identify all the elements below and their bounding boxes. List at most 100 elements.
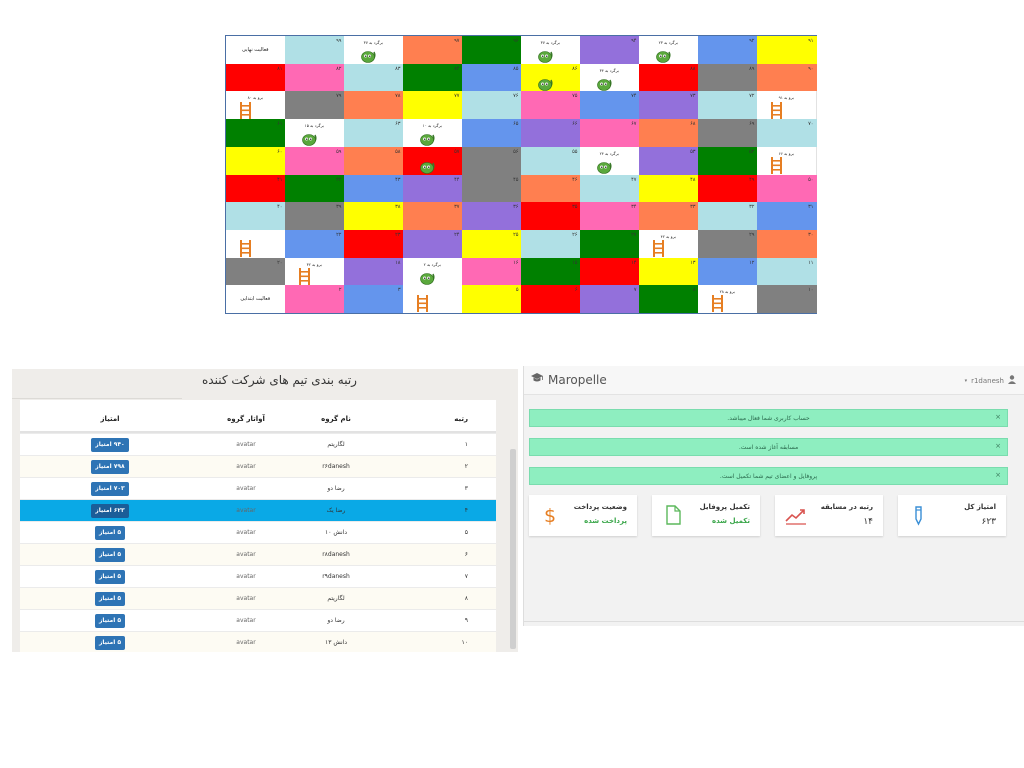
cell-number: ۷ bbox=[633, 287, 637, 294]
dollar-icon: $ bbox=[539, 504, 561, 527]
cell-number: ۵ bbox=[515, 287, 519, 294]
score-badge[interactable]: ۵ امتیاز bbox=[94, 591, 126, 606]
board-cell: برگرد به ۲ bbox=[403, 257, 463, 286]
team-name-cell: r۶danesh bbox=[322, 463, 350, 470]
avatar-cell: avatar bbox=[236, 507, 256, 514]
score-badge[interactable]: ۵ امتیاز bbox=[94, 613, 126, 628]
close-icon[interactable]: × bbox=[995, 413, 1001, 421]
cell-number: ۷۰ bbox=[808, 121, 814, 128]
score-badge[interactable]: ۶۲۳ امتیاز bbox=[91, 503, 129, 518]
table-row[interactable]: ۹ رضا دو avatar ۵ امتیاز bbox=[20, 609, 496, 631]
close-icon[interactable]: × bbox=[995, 442, 1001, 450]
card-value: ۱۴ bbox=[863, 517, 873, 527]
team-name-cell: رضا یک bbox=[326, 507, 346, 514]
cell-number: ۶۷ bbox=[631, 121, 637, 128]
board-cell: ۴۸ bbox=[639, 174, 699, 203]
board-cell: ۶۱ bbox=[226, 119, 286, 148]
cell-number: ۶۵ bbox=[513, 121, 519, 128]
table-row[interactable]: ۴ رضا یک avatar ۶۲۳ امتیاز bbox=[20, 499, 496, 521]
table-row[interactable]: ۱ لگاریتم avatar ۹۴۰ امتیاز bbox=[20, 433, 496, 455]
card-value: ۶۲۳ bbox=[981, 517, 996, 527]
score-badge[interactable]: ۵ امتیاز bbox=[94, 525, 126, 540]
cell-number: ۴۶ bbox=[572, 176, 578, 183]
cell-number: ۴۴ bbox=[454, 176, 460, 183]
cell-number: ۵۹ bbox=[336, 148, 342, 155]
cell-note: برگرد به ۳۷ bbox=[540, 40, 560, 45]
cell-note: برگرد به ۲ bbox=[423, 261, 441, 267]
board-cell: ۱۸ bbox=[344, 257, 404, 286]
score-badge[interactable]: ۵ امتیاز bbox=[94, 635, 126, 650]
board-cell: ۷ bbox=[580, 285, 640, 314]
cell-number: ۵۲ bbox=[749, 148, 755, 155]
avatar-cell: avatar bbox=[236, 595, 256, 602]
table-row[interactable]: ۵ دانش ۱۰ avatar ۵ امتیاز bbox=[20, 521, 496, 543]
cell-number: ۶۶ bbox=[572, 121, 578, 128]
board-cell: ۵۲ bbox=[698, 146, 758, 175]
board-cell: ۷۲ bbox=[698, 91, 758, 120]
rank-cell: ۴ bbox=[464, 507, 468, 514]
table-row[interactable]: ۶ r۸danesh avatar ۵ امتیاز bbox=[20, 543, 496, 565]
score-cell: ۵ امتیاز bbox=[70, 522, 150, 543]
rank-cell: ۲ bbox=[464, 463, 468, 470]
cell-number: ۳۱ bbox=[808, 204, 814, 211]
score-badge[interactable]: ۵ امتیاز bbox=[94, 569, 126, 584]
rank-cell: ۵ bbox=[464, 529, 468, 536]
tab-divider bbox=[12, 398, 182, 399]
user-menu[interactable]: ▾ r1danesh bbox=[965, 375, 1016, 386]
cell-number: ۷۴ bbox=[631, 93, 637, 100]
pen-icon bbox=[908, 504, 930, 526]
board-cell bbox=[226, 229, 286, 259]
cell-number: ۹۷ bbox=[454, 38, 460, 44]
snake-icon bbox=[361, 48, 377, 63]
board-cell: ۱۵ bbox=[521, 257, 581, 286]
table-row[interactable]: ۱۰ دانش ۱۳ avatar ۵ امتیاز bbox=[20, 631, 496, 652]
table-row[interactable]: ۸ لگاریتم avatar ۵ امتیاز bbox=[20, 587, 496, 609]
board-cell: ۸۵ bbox=[462, 63, 522, 92]
ladder-icon bbox=[415, 295, 430, 313]
score-cell: ۵ امتیاز bbox=[70, 610, 150, 631]
board-cell: برگرد به ۳۷ bbox=[344, 36, 404, 65]
snake-icon bbox=[538, 48, 554, 63]
snake-icon bbox=[597, 159, 613, 174]
board-cell: برو به ۲۸ bbox=[698, 285, 758, 314]
cell-number: ۶۱ bbox=[277, 121, 283, 128]
cell-number: ۲۴ bbox=[454, 231, 460, 238]
cell-number: ۷۸ bbox=[395, 93, 401, 100]
score-badge[interactable]: ۹۴۰ امتیاز bbox=[91, 437, 129, 452]
document-icon bbox=[662, 504, 684, 526]
header-avatar: آواتار گروه bbox=[227, 415, 265, 423]
board-cell: ۳۷ bbox=[403, 202, 463, 231]
board-cell: ۸۲ bbox=[285, 63, 345, 92]
board-cell: ۷۹ bbox=[285, 91, 345, 120]
score-badge[interactable]: ۷۹۸ امتیاز bbox=[91, 459, 129, 474]
team-name-cell: رضا دو bbox=[327, 617, 345, 624]
board-cell: برو به ۹۱ bbox=[757, 91, 817, 120]
cell-number: ۳۳ bbox=[690, 204, 696, 211]
card-total-score: امتیاز کل ۶۲۳ bbox=[898, 495, 1006, 536]
board-cell: ۷۳ bbox=[639, 91, 699, 120]
board-cell: ۶۰ bbox=[226, 146, 286, 175]
snake-icon bbox=[656, 48, 672, 63]
board-cell: ۹۱ bbox=[757, 36, 817, 65]
ranking-card: رتبه نام گروه آواتار گروه امتیاز ۱ لگاریت… bbox=[20, 400, 496, 652]
table-row[interactable]: ۷ r۹danesh avatar ۵ امتیاز bbox=[20, 565, 496, 587]
board-cell: ۹۴ bbox=[580, 36, 640, 65]
board-cell: ۱۶ bbox=[462, 257, 522, 286]
cell-number: ۸۱ bbox=[277, 65, 283, 72]
board-cell: برگرد به ۱۵ bbox=[285, 119, 345, 148]
score-badge[interactable]: ۷۰۳ امتیاز bbox=[91, 481, 129, 496]
close-icon[interactable]: × bbox=[995, 471, 1001, 479]
cell-number: ۵۶ bbox=[513, 148, 519, 155]
table-row[interactable]: ۲ r۶danesh avatar ۷۹۸ امتیاز bbox=[20, 455, 496, 477]
board-cell: ۳۳ bbox=[639, 202, 699, 231]
board-cell: برگرد به ۳۷ bbox=[521, 36, 581, 65]
board-cell: ۶ bbox=[521, 285, 581, 314]
table-row[interactable]: ۳ رضا دو avatar ۷۰۳ امتیاز bbox=[20, 477, 496, 499]
cell-note: برگرد به ۳۷ bbox=[363, 40, 383, 45]
card-payment-status: وضعیت پرداخت پرداخت شده $ bbox=[529, 495, 637, 536]
board-cell: ۲۷ bbox=[580, 229, 640, 259]
scrollbar[interactable] bbox=[510, 449, 516, 649]
cell-number: ۸ bbox=[692, 287, 696, 294]
score-badge[interactable]: ۵ امتیاز bbox=[94, 547, 126, 562]
brand[interactable]: Maropelle bbox=[530, 372, 607, 387]
